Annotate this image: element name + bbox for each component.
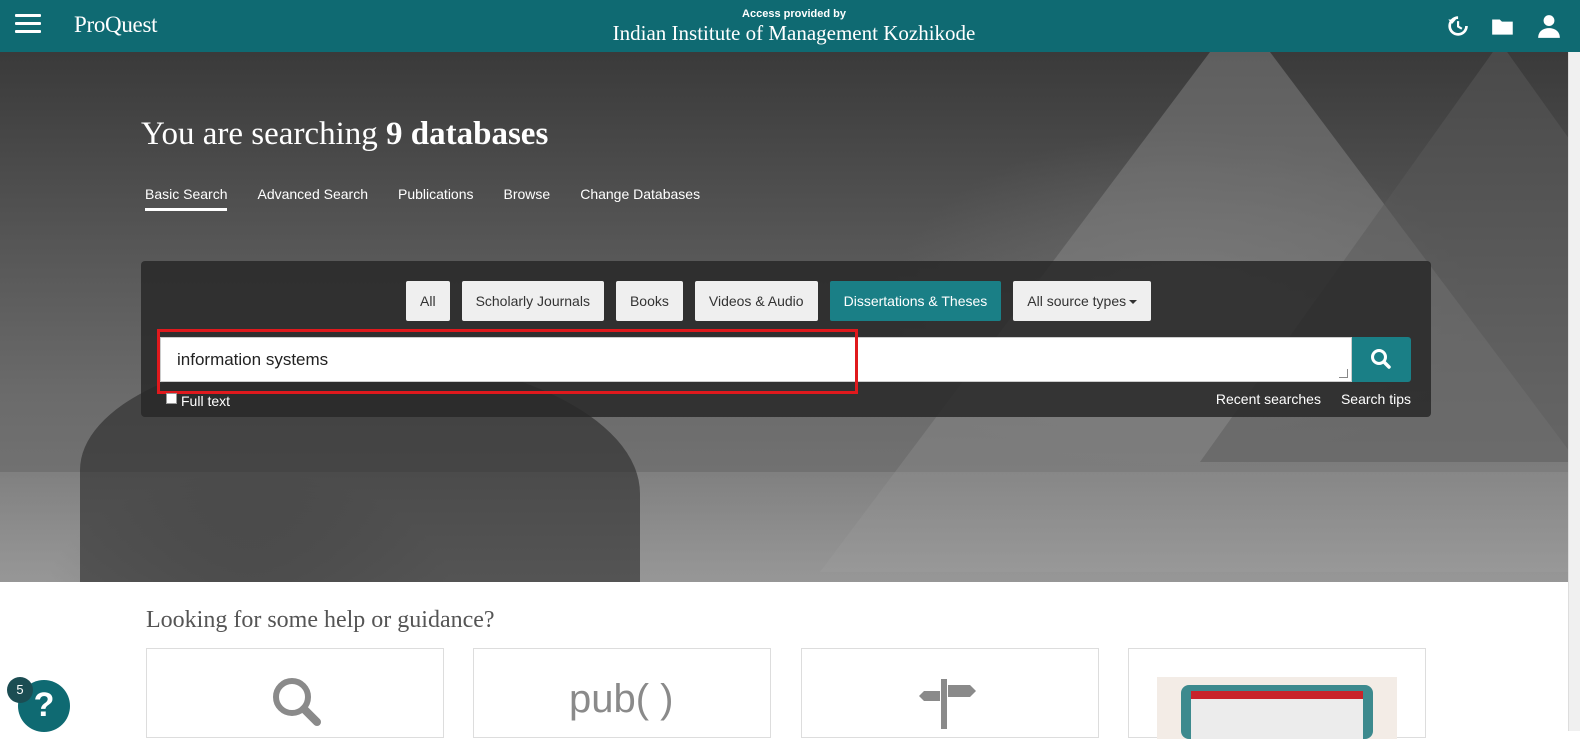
access-label: Access provided by [742,8,846,20]
source-all-button[interactable]: All [406,281,450,321]
pub-icon-text: pub( ) [569,677,674,721]
help-card-article[interactable] [1128,648,1426,739]
tab-browse[interactable]: Browse [504,186,551,211]
full-text-option[interactable]: Full text [166,392,231,409]
caret-down-icon [1129,300,1138,305]
folder-icon[interactable] [1490,13,1516,39]
top-bar: ProQuest Access provided by Indian Insti… [0,0,1580,52]
source-scholarly-journals-button[interactable]: Scholarly Journals [461,281,604,321]
resize-grip-icon[interactable] [1339,369,1348,378]
source-type-filters: All Scholarly Journals Books Videos & Au… [406,281,1163,321]
search-panel: All Scholarly Journals Books Videos & Au… [141,261,1431,417]
source-books-button[interactable]: Books [615,281,683,321]
source-all-types-dropdown[interactable]: All source types [1013,281,1152,321]
history-icon[interactable] [1444,13,1470,39]
tab-change-databases[interactable]: Change Databases [580,186,700,211]
search-links: Recent searches Search tips [1196,391,1411,407]
institution-name: Indian Institute of Management Kozhikode [612,21,976,45]
search-input[interactable]: information systems [160,337,1352,382]
user-icon[interactable] [1536,13,1562,39]
help-card-search[interactable] [146,648,444,738]
page-title: You are searching 9 databases [141,116,548,153]
magnifier-icon [273,678,321,726]
tab-basic-search[interactable]: Basic Search [145,186,228,211]
full-text-checkbox[interactable] [166,392,177,404]
help-card-guidance[interactable] [801,648,1099,738]
full-text-label: Full text [181,393,231,409]
page-scrollbar[interactable] [1568,52,1580,731]
title-database-count: 9 databases [386,116,549,152]
notification-badge: 5 [7,677,33,703]
source-videos-audio-button[interactable]: Videos & Audio [694,281,818,321]
help-card-publications[interactable]: pub( ) [473,648,771,738]
search-icon [1371,349,1391,369]
search-button[interactable] [1352,337,1411,382]
recent-searches-link[interactable]: Recent searches [1216,391,1321,407]
title-prefix: You are searching [141,116,378,152]
tab-publications[interactable]: Publications [398,186,474,211]
dropdown-label: All source types [1027,293,1127,309]
source-dissertations-theses-button[interactable]: Dissertations & Theses [829,281,1002,321]
help-heading: Looking for some help or guidance? [146,607,495,633]
access-banner: Access provided by Indian Institute of M… [0,8,1580,46]
signpost-icon [919,679,976,729]
tab-advanced-search[interactable]: Advanced Search [257,186,368,211]
search-tips-link[interactable]: Search tips [1341,391,1411,407]
article-preview-icon [1157,677,1397,739]
search-tabs: Basic Search Advanced Search Publication… [145,186,730,211]
